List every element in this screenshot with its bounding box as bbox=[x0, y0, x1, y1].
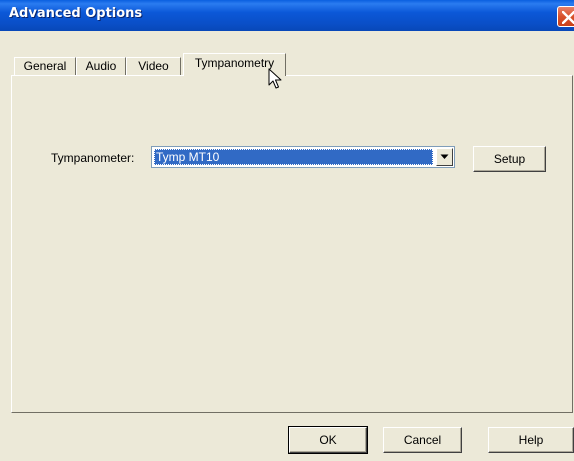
ok-button[interactable]: OK bbox=[289, 427, 367, 453]
tympanometer-label: Tympanometer: bbox=[51, 151, 135, 165]
tab-general[interactable]: General bbox=[14, 57, 76, 75]
chevron-down-icon bbox=[440, 154, 449, 159]
title-bar[interactable]: Advanced Options bbox=[0, 0, 574, 31]
help-button[interactable]: Help bbox=[488, 427, 574, 453]
tab-label: Video bbox=[138, 59, 169, 73]
tympanometer-selected-value: Tymp MT10 bbox=[154, 149, 433, 165]
mouse-cursor-icon bbox=[268, 68, 282, 89]
dropdown-button[interactable] bbox=[436, 148, 453, 166]
tympanometer-select[interactable]: Tymp MT10 bbox=[151, 146, 455, 168]
tab-audio[interactable]: Audio bbox=[76, 57, 126, 75]
setup-button[interactable]: Setup bbox=[473, 146, 546, 172]
advanced-options-dialog: Advanced Options General Audio Video Tym… bbox=[0, 0, 574, 461]
close-button[interactable] bbox=[557, 6, 574, 27]
tab-label: General bbox=[23, 59, 67, 73]
cancel-button[interactable]: Cancel bbox=[383, 427, 462, 453]
close-icon bbox=[562, 11, 574, 24]
tab-video[interactable]: Video bbox=[126, 57, 181, 75]
tab-label: Audio bbox=[85, 59, 117, 73]
tympanometry-tab-page bbox=[11, 75, 573, 413]
tab-label: Tympanometry bbox=[194, 56, 275, 70]
window-title: Advanced Options bbox=[9, 6, 143, 21]
